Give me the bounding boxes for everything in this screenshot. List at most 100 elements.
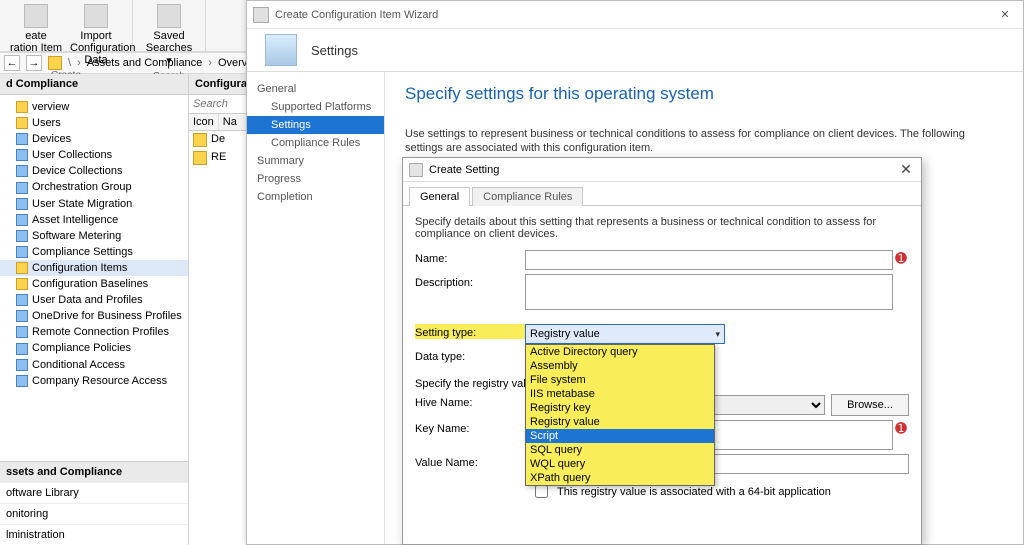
dropdown-option[interactable]: Script: [526, 429, 714, 443]
dropdown-option[interactable]: WQL query: [526, 457, 714, 471]
nav-tree-label: Configuration Items: [32, 262, 127, 274]
dialog-body: Specify details about this setting that …: [403, 206, 921, 511]
wizard-step[interactable]: Compliance Rules: [247, 134, 384, 152]
dropdown-option[interactable]: File system: [526, 373, 714, 387]
nav-tree-label: User Data and Profiles: [32, 294, 143, 306]
grid-header-row: Icon Na: [189, 114, 248, 131]
required-icon: ➊: [893, 250, 909, 267]
nav-tree-item[interactable]: Devices: [0, 131, 188, 147]
description-textarea[interactable]: [525, 274, 893, 310]
nav-tree-item[interactable]: User Collections: [0, 147, 188, 163]
nav-tree-item[interactable]: Compliance Settings: [0, 244, 188, 260]
dropdown-option[interactable]: Registry value: [526, 415, 714, 429]
grid-cell: RE: [211, 151, 226, 165]
dropdown-option[interactable]: Assembly: [526, 359, 714, 373]
computer-icon: [265, 34, 297, 66]
nav-tree-item[interactable]: verview: [0, 99, 188, 115]
data-type-label: Data type:: [415, 348, 525, 363]
name-input[interactable]: [525, 250, 893, 270]
dropdown-option[interactable]: Active Directory query: [526, 345, 714, 359]
browse-button[interactable]: Browse...: [831, 394, 909, 416]
wizard-step[interactable]: Completion: [247, 188, 384, 206]
nav-tree-item[interactable]: Software Metering: [0, 228, 188, 244]
folder-icon: [16, 165, 28, 177]
nav-tree-item[interactable]: User Data and Profiles: [0, 292, 188, 308]
setting-type-combo[interactable]: Registry value ▾ Active Directory queryA…: [525, 324, 725, 344]
footer-link[interactable]: onitoring: [0, 503, 188, 524]
nav-tree-item[interactable]: OneDrive for Business Profiles: [0, 308, 188, 324]
dialog-close-button[interactable]: ✕: [897, 161, 915, 178]
grid-col-header[interactable]: Icon: [189, 114, 219, 130]
folder-icon: [16, 262, 28, 274]
chevron-right-icon: ›: [77, 57, 81, 69]
wizard-close-button[interactable]: ✕: [993, 8, 1017, 21]
dialog-tabstrip: General Compliance Rules: [403, 182, 921, 206]
nav-tree-item[interactable]: Users: [0, 115, 188, 131]
nav-tree-label: OneDrive for Business Profiles: [32, 310, 182, 322]
dropdown-option[interactable]: SQL query: [526, 443, 714, 457]
setting-type-label: Setting type:: [415, 324, 525, 339]
dropdown-option[interactable]: IIS metabase: [526, 387, 714, 401]
nav-tree-item[interactable]: Configuration Items: [0, 260, 188, 276]
grid-row[interactable]: De: [189, 131, 248, 149]
wizard-step[interactable]: Progress: [247, 170, 384, 188]
nav-tree-item[interactable]: Configuration Baselines: [0, 276, 188, 292]
nav-tree-item[interactable]: Device Collections: [0, 163, 188, 179]
ci-icon: [193, 133, 207, 147]
tab-general[interactable]: General: [409, 187, 470, 206]
nav-tree-item[interactable]: Company Resource Access: [0, 373, 188, 389]
nav-tree-item[interactable]: Conditional Access: [0, 357, 188, 373]
nav-tree-item[interactable]: Remote Connection Profiles: [0, 324, 188, 340]
wizard-title: Create Configuration Item Wizard: [275, 9, 993, 21]
dropdown-option[interactable]: XPath query: [526, 471, 714, 485]
nav-tree-label: Configuration Baselines: [32, 278, 148, 290]
nav-tree-item[interactable]: Asset Intelligence: [0, 212, 188, 228]
key-name-label: Key Name:: [415, 420, 525, 435]
wizard-icon: [253, 7, 269, 23]
wizard-step[interactable]: Settings: [247, 116, 384, 134]
nav-footer: ssets and Compliance oftware Library oni…: [0, 461, 188, 545]
wizard-step[interactable]: Summary: [247, 152, 384, 170]
nav-tree-label: Compliance Settings: [32, 246, 133, 258]
wizard-titlebar: Create Configuration Item Wizard ✕: [247, 1, 1023, 29]
create-setting-dialog: Create Setting ✕ General Compliance Rule…: [402, 157, 922, 545]
breadcrumb-segment[interactable]: Assets and Compliance: [87, 57, 203, 69]
grid-row[interactable]: RE: [189, 149, 248, 167]
folder-icon: [16, 117, 28, 129]
value-name-label: Value Name:: [415, 454, 525, 469]
wizard-step-list: GeneralSupported PlatformsSettingsCompli…: [247, 72, 385, 544]
folder-icon: [16, 294, 28, 306]
dropdown-option[interactable]: Registry key: [526, 401, 714, 415]
folder-icon: [16, 375, 28, 387]
nav-tree-label: User State Migration: [32, 198, 132, 210]
folder-icon: [16, 149, 28, 161]
nav-back-button[interactable]: ←: [4, 55, 20, 71]
folder-icon: [16, 343, 28, 355]
sixtyfour-bit-label: This registry value is associated with a…: [557, 486, 831, 498]
folder-icon: [16, 182, 28, 194]
nav-tree-label: Users: [32, 117, 61, 129]
nav-tree-label: Devices: [32, 133, 71, 145]
ribbon-group-create: eate ration Item Import Configuration Da…: [0, 0, 133, 51]
nav-tree-label: Company Resource Access: [32, 375, 167, 387]
nav-tree-label: Remote Connection Profiles: [32, 326, 169, 338]
nav-tree-item[interactable]: Orchestration Group: [0, 179, 188, 195]
nav-tree: verview Users Devices User CollectionsDevic…: [0, 95, 188, 461]
wizard-help-text: Use settings to represent business or te…: [405, 128, 965, 156]
tab-compliance-rules[interactable]: Compliance Rules: [472, 187, 583, 206]
nav-tree-item[interactable]: User State Migration: [0, 196, 188, 212]
hive-name-label: Hive Name:: [415, 394, 525, 409]
nav-fwd-button[interactable]: →: [26, 55, 42, 71]
footer-panel-header[interactable]: ssets and Compliance: [0, 462, 188, 482]
dialog-titlebar: Create Setting ✕: [403, 158, 921, 182]
grid-col-header[interactable]: Na: [219, 114, 248, 130]
footer-link[interactable]: oftware Library: [0, 482, 188, 503]
wizard-step[interactable]: General: [247, 80, 384, 98]
nav-tree-item[interactable]: Compliance Policies: [0, 340, 188, 356]
sixtyfour-bit-checkbox[interactable]: [535, 485, 548, 498]
footer-link[interactable]: lministration: [0, 524, 188, 545]
combo-value: Registry value: [530, 328, 600, 340]
wizard-heading: Specify settings for this operating syst…: [405, 84, 1003, 104]
folder-icon: [48, 56, 62, 70]
wizard-step[interactable]: Supported Platforms: [247, 98, 384, 116]
